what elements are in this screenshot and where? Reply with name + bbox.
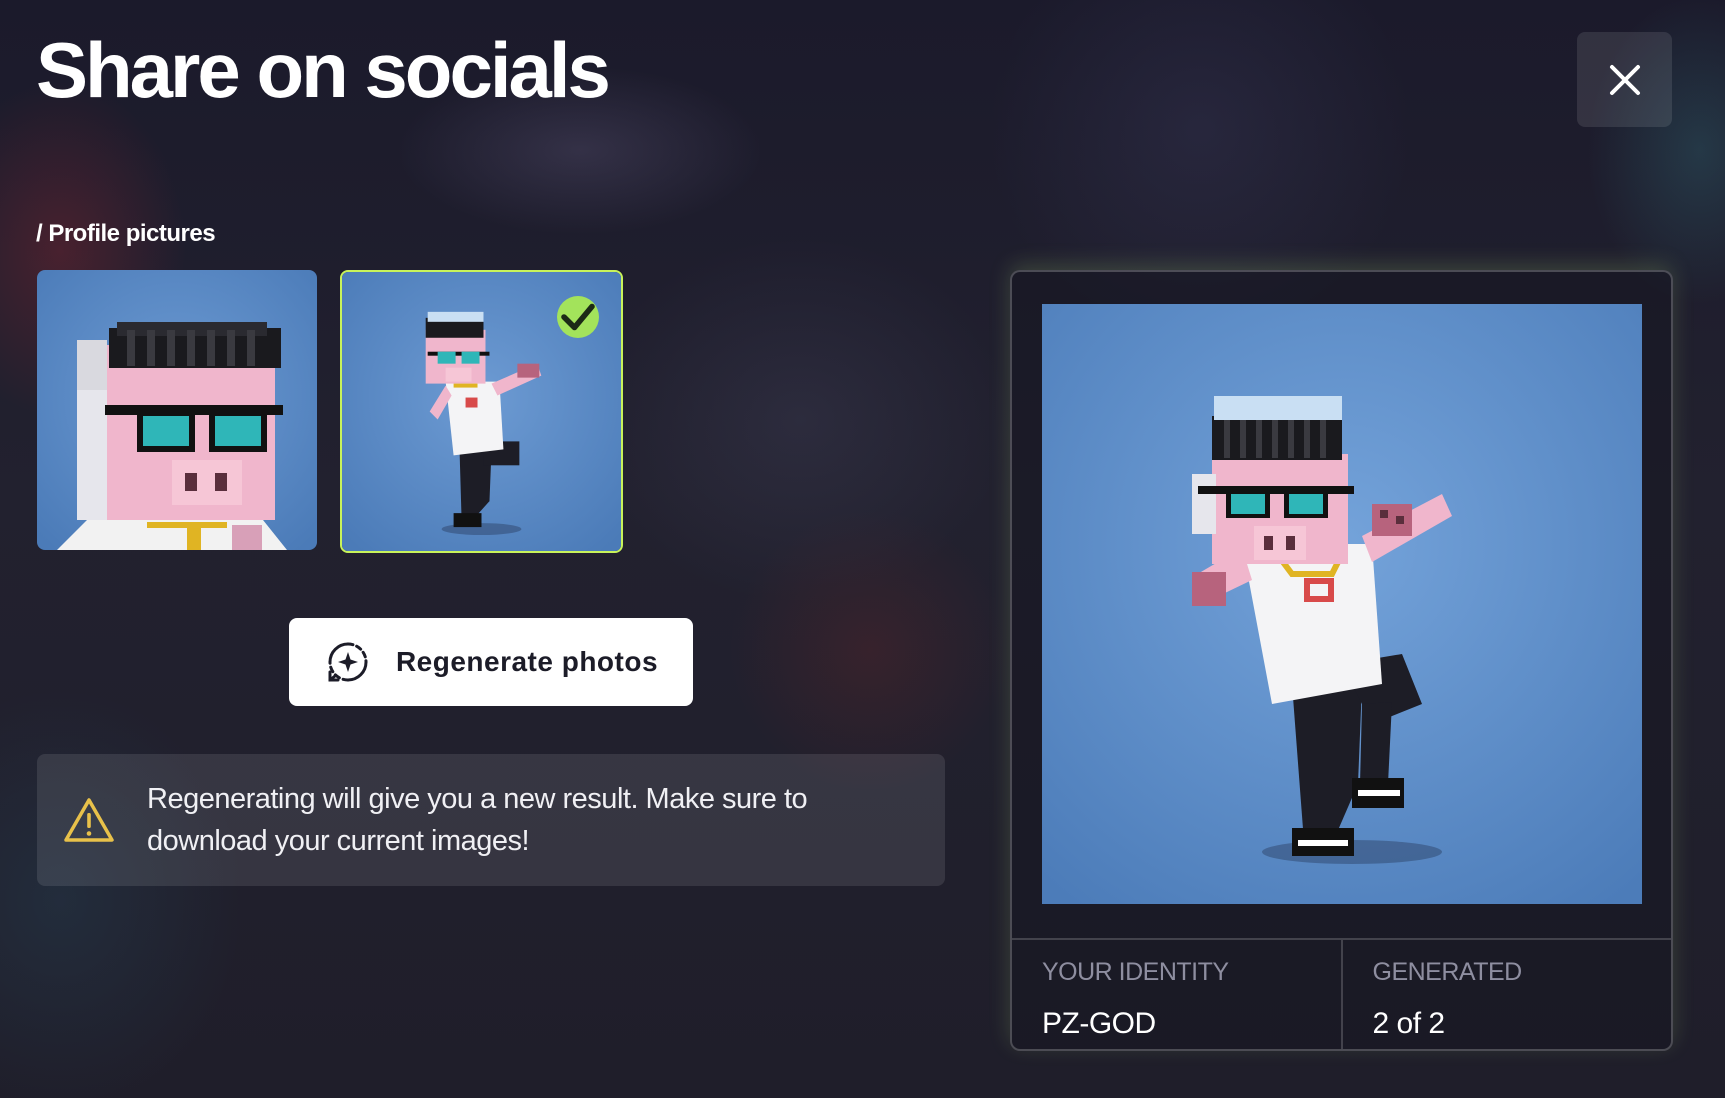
- close-icon: [1609, 64, 1640, 95]
- thumbnail-closeup-portrait[interactable]: [37, 270, 317, 550]
- selected-check-badge: [557, 296, 599, 338]
- check-icon: [561, 303, 595, 331]
- identity-value: PZ-GOD: [1042, 1007, 1156, 1040]
- generated-value: 2 of 2: [1372, 1007, 1446, 1040]
- generated-label: GENERATED: [1372, 958, 1523, 986]
- section-label: / Profile pictures: [36, 220, 216, 247]
- warning-text: Regenerating will give you a new result.…: [147, 783, 808, 857]
- regenerate-photos-button[interactable]: Regenerate photos: [289, 618, 693, 706]
- regenerate-photos-label: Regenerate photos: [395, 646, 659, 677]
- preview-info-row: YOUR IDENTITY PZ-GOD GENERATED 2 of 2: [1012, 938, 1671, 1049]
- page-title: Share on socials: [36, 26, 611, 114]
- regenerate-sparkle-icon: [328, 642, 368, 682]
- preview-dab-pose-image: [1042, 304, 1642, 904]
- identity-label: YOUR IDENTITY: [1042, 958, 1229, 986]
- closeup-portrait-image: [37, 270, 317, 550]
- close-button[interactable]: [1577, 32, 1672, 127]
- warning-notice: Regenerating will give you a new result.…: [37, 754, 945, 886]
- preview-card: YOUR IDENTITY PZ-GOD GENERATED 2 of 2: [1010, 270, 1673, 1051]
- identity-cell: YOUR IDENTITY PZ-GOD: [1012, 940, 1341, 1049]
- generated-cell: GENERATED 2 of 2: [1340, 940, 1672, 1049]
- thumbnail-dab-pose[interactable]: [340, 270, 623, 553]
- preview-image: [1042, 304, 1642, 904]
- warning-triangle-icon: [64, 798, 114, 842]
